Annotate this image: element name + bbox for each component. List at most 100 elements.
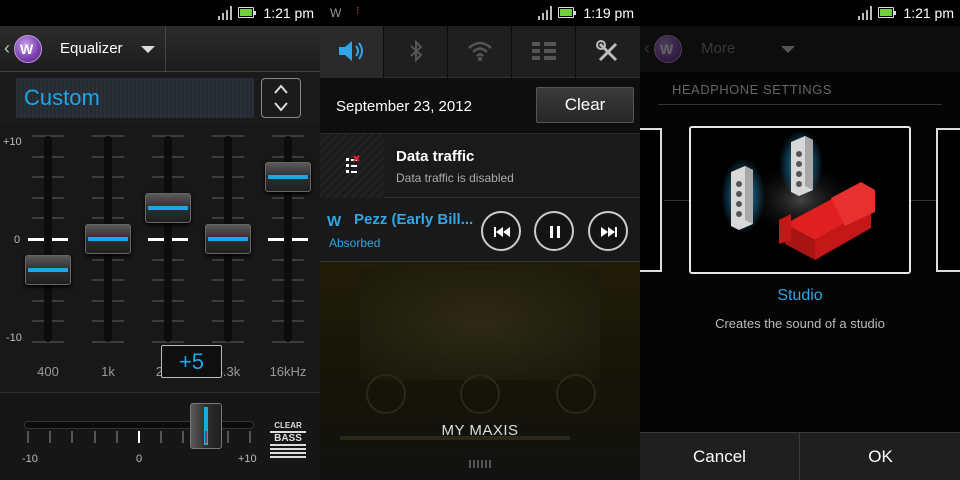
clear-button[interactable]: Clear — [536, 87, 634, 123]
dialog-buttons: Cancel OK — [640, 432, 960, 480]
dropdown-caret-icon[interactable] — [141, 46, 155, 53]
app-header: ‹ W More — [640, 26, 960, 72]
clear-bass-control: -10 0 +10 CLEAR BASS — [0, 392, 320, 480]
data-toggle[interactable] — [512, 26, 576, 78]
next-icon — [601, 227, 617, 237]
option-description: Creates the sound of a studio — [715, 316, 885, 331]
bass-tick — [93, 431, 96, 443]
cancel-button[interactable]: Cancel — [640, 433, 800, 480]
settings-button[interactable] — [576, 26, 640, 78]
band-track[interactable] — [164, 136, 172, 342]
bass-zero-label: 0 — [136, 453, 143, 465]
bass-tick — [49, 431, 52, 443]
status-bar: 1:21 pm — [0, 0, 320, 26]
bass-min-label: -10 — [22, 453, 38, 465]
option-title: Studio — [777, 287, 823, 304]
scale-bottom-label: -10 — [6, 332, 22, 344]
data-icon — [531, 42, 556, 60]
status-time: 1:21 pm — [903, 5, 954, 21]
status-bar: 1:21 pm — [640, 0, 960, 26]
studio-speakers-sofa-icon — [721, 130, 875, 260]
band-slider-handle[interactable] — [205, 224, 251, 254]
dropdown-caret-icon — [781, 46, 795, 53]
music-player-background: MY MAXIS — [320, 262, 640, 480]
bass-tick — [138, 431, 140, 443]
bass-tick — [71, 431, 74, 443]
data-traffic-icon — [346, 155, 360, 173]
scale-zero-label: 0 — [14, 234, 21, 246]
header-title[interactable]: Equalizer — [60, 40, 123, 57]
header-title: More — [701, 40, 736, 57]
walkman-status-icon: W — [330, 6, 342, 20]
data-traffic-notification[interactable]: Data traffic Data traffic is disabled — [320, 134, 640, 198]
wifi-icon — [467, 41, 492, 61]
notification-header: September 23, 2012 Clear — [320, 78, 640, 134]
band-slider-handle[interactable] — [85, 224, 131, 254]
music-notification[interactable]: W Pezz (Early Bill... Absorbed — [320, 198, 640, 262]
bass-tick — [27, 431, 29, 443]
bass-tick — [204, 431, 207, 443]
sound-icon — [338, 41, 363, 61]
equalizer-bands: +10 0 -10 4001k2.5k6.3k16kHz — [0, 124, 320, 392]
bluetooth-icon — [409, 40, 422, 62]
sound-toggle[interactable] — [320, 26, 384, 78]
next-option-frame[interactable] — [936, 128, 960, 272]
walkman-logo-icon: W — [654, 35, 682, 63]
signal-icon — [218, 6, 232, 20]
settings-icon — [596, 40, 618, 62]
notification-subtitle: Data traffic is disabled — [396, 171, 514, 185]
studio-illustration[interactable] — [689, 126, 911, 274]
signal-icon — [538, 6, 552, 20]
walkman-logo-icon[interactable]: W — [14, 35, 42, 63]
header-divider — [165, 26, 166, 72]
bg-next-icon — [556, 374, 596, 414]
headphone-settings-screen: 1:21 pm ‹ W More HEADPHONE SETTINGS Stud… — [640, 0, 960, 480]
bg-pause-icon — [460, 374, 500, 414]
section-divider — [658, 104, 942, 105]
pause-button[interactable] — [534, 211, 574, 251]
track-title: Pezz (Early Bill... — [354, 211, 474, 228]
bg-previous-icon — [366, 374, 406, 414]
band-frequency-label: 400 — [37, 364, 59, 379]
back-icon: ‹ — [644, 38, 650, 58]
next-button[interactable] — [588, 211, 628, 251]
preset-selector[interactable]: Custom — [16, 78, 254, 118]
preset-stepper[interactable] — [261, 78, 301, 118]
bass-tick — [226, 431, 229, 443]
quick-settings — [320, 26, 640, 78]
section-header: HEADPHONE SETTINGS — [672, 82, 832, 97]
band-slider-handle[interactable] — [25, 254, 71, 285]
bass-tick — [160, 431, 163, 443]
date-label: September 23, 2012 — [336, 98, 472, 115]
battery-icon — [878, 7, 896, 18]
pause-icon — [550, 226, 560, 238]
chevron-down-icon[interactable] — [274, 99, 288, 113]
bass-tick — [115, 431, 118, 443]
bluetooth-toggle[interactable] — [384, 26, 448, 78]
album-art — [360, 270, 600, 380]
notification-shade: W ⁝ 1:19 pm MY MAXIS September 23, 2012 … — [320, 0, 640, 480]
band-track[interactable] — [44, 136, 52, 342]
back-icon[interactable]: ‹ — [4, 38, 10, 59]
band-frequency-label: 16kHz — [269, 364, 307, 379]
ok-button[interactable]: OK — [801, 433, 960, 480]
wifi-toggle[interactable] — [448, 26, 512, 78]
previous-icon — [494, 227, 510, 237]
app-header: ‹ W Equalizer — [0, 26, 320, 72]
scale-top-label: +10 — [3, 136, 22, 148]
battery-icon — [558, 7, 576, 18]
bass-tick — [182, 431, 185, 443]
previous-option-frame[interactable] — [640, 128, 662, 272]
bass-tick — [249, 431, 251, 443]
walkman-icon: W — [327, 213, 342, 230]
chevron-up-icon[interactable] — [274, 83, 288, 97]
album-name: Absorbed — [329, 236, 381, 250]
band-slider-handle[interactable] — [145, 193, 191, 224]
band-frequency-label: 1k — [101, 364, 115, 379]
drag-handle-icon[interactable] — [469, 460, 493, 468]
status-time: 1:21 pm — [263, 5, 314, 21]
notification-icon-box — [320, 134, 384, 198]
band-slider-handle[interactable] — [265, 162, 311, 193]
previous-button[interactable] — [481, 211, 521, 251]
preset-name: Custom — [24, 85, 100, 110]
